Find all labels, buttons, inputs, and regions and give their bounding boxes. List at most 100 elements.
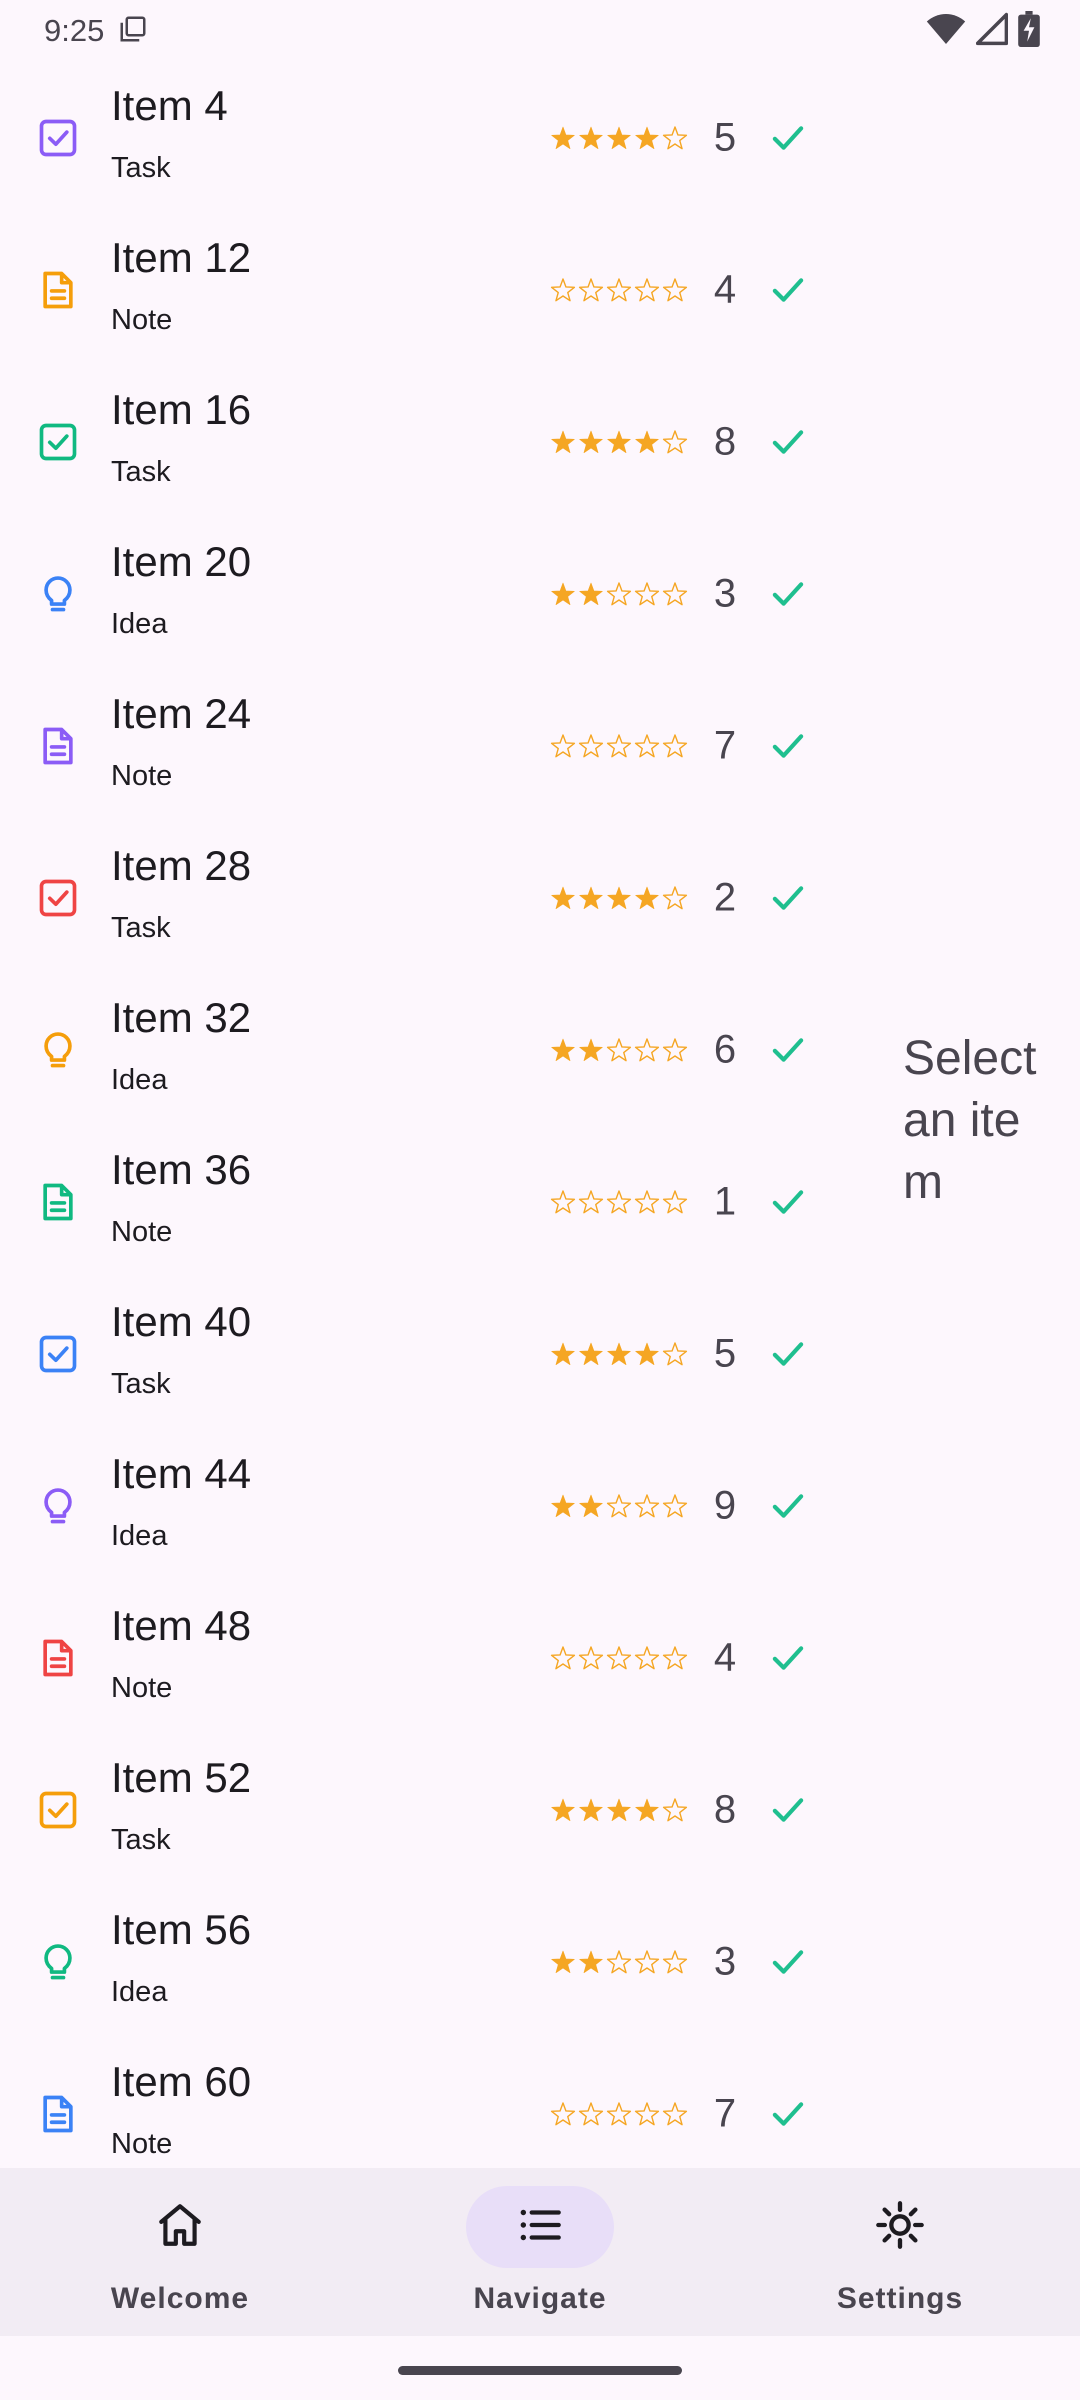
- star-outline-icon: [662, 1950, 688, 1974]
- note-icon-glyph: [43, 1639, 73, 1677]
- list-item[interactable]: Item 28 Task 2: [0, 822, 880, 974]
- list-item[interactable]: Item 12 Note 4: [0, 214, 880, 366]
- star-filled-icon: [579, 1038, 603, 1062]
- star-filled-icon: [579, 1342, 603, 1366]
- star-rating: [551, 1798, 688, 1822]
- item-count: 5: [713, 115, 737, 160]
- star-outline-icon: [662, 1038, 688, 1062]
- bottom-navigation: Welcome Navigate Settings: [0, 2168, 1080, 2336]
- star-rating: [551, 430, 688, 454]
- nav-label-navigate: Navigate: [473, 2282, 607, 2315]
- nav-label-welcome: Welcome: [110, 2282, 250, 2315]
- note-icon: [36, 1180, 80, 1224]
- star-rating: [551, 582, 688, 606]
- star-filled-icon: [551, 1798, 575, 1822]
- star-filled-icon: [635, 430, 659, 454]
- star-outline-icon: [634, 278, 660, 302]
- note-icon: [36, 1636, 80, 1680]
- star-outline-icon: [550, 278, 576, 302]
- list-item[interactable]: Item 56 Idea 3: [0, 1886, 880, 2038]
- star-outline-icon: [550, 2102, 576, 2126]
- star-filled-icon: [579, 430, 603, 454]
- star-outline-icon: [550, 1646, 576, 1670]
- check-glyph: [772, 2102, 804, 2126]
- list-item[interactable]: Item 16 Task 8: [0, 366, 880, 518]
- cellular-signal-icon: [975, 12, 1009, 51]
- status-time: 9:25: [44, 13, 105, 48]
- nav-pill-settings: [826, 2186, 974, 2268]
- star-outline-icon: [606, 2102, 632, 2126]
- star-outline-icon: [662, 278, 688, 302]
- star-rating: [550, 278, 688, 302]
- lightbulb-icon-glyph: [44, 576, 72, 612]
- item-count: 6: [713, 1027, 737, 1072]
- star-rating: [551, 1038, 688, 1062]
- star-outline-icon: [606, 1646, 632, 1670]
- star-outline-icon: [662, 1190, 688, 1214]
- status-left: 9:25: [44, 13, 148, 49]
- check-glyph: [772, 1494, 804, 1518]
- item-type: Note: [111, 1672, 173, 1704]
- check-glyph: [772, 582, 804, 606]
- list-item[interactable]: Item 48 Note 4: [0, 1582, 880, 1734]
- item-count: 8: [713, 1787, 737, 1832]
- check-glyph: [772, 734, 804, 758]
- list-item[interactable]: Item 60 Note 7: [0, 2038, 880, 2168]
- gesture-handle[interactable]: [398, 2366, 682, 2375]
- list-item[interactable]: Item 20 Idea 3: [0, 518, 880, 670]
- item-count: 4: [713, 267, 737, 312]
- note-icon-glyph: [43, 727, 73, 765]
- star-filled-icon: [579, 126, 603, 150]
- star-filled-icon: [579, 1798, 603, 1822]
- star-outline-icon: [634, 734, 660, 758]
- item-title: Item 12: [111, 234, 252, 281]
- star-outline-icon: [606, 582, 632, 606]
- list-item[interactable]: Item 40 Task 5: [0, 1278, 880, 1430]
- list-icon: [515, 2200, 565, 2255]
- list-item[interactable]: Item 4 Task 5: [0, 62, 880, 214]
- item-type: Idea: [111, 608, 168, 640]
- check-icon: [767, 1181, 809, 1223]
- item-title: Item 56: [111, 1906, 252, 1953]
- list-item[interactable]: Item 24 Note 7: [0, 670, 880, 822]
- item-type: Note: [111, 2128, 173, 2160]
- item-title: Item 44: [111, 1450, 252, 1497]
- star-outline-icon: [662, 430, 688, 454]
- star-outline-icon: [662, 1494, 688, 1518]
- check-icon: [767, 1333, 809, 1375]
- star-filled-icon: [551, 126, 575, 150]
- item-list[interactable]: Item 4 Task 5 Item 12 Note 4 Item 16 Task 8 Item …: [0, 62, 880, 2168]
- nav-item-settings[interactable]: Settings: [720, 2168, 1080, 2336]
- check-icon: [767, 1029, 809, 1071]
- checkbox-icon-glyph: [39, 1791, 77, 1829]
- star-filled-icon: [635, 126, 659, 150]
- star-filled-icon: [551, 1950, 575, 1974]
- star-rating: [551, 886, 688, 910]
- status-bar: 9:25: [0, 0, 1080, 62]
- item-count: 1: [713, 1179, 737, 1224]
- item-count: 9: [713, 1483, 737, 1528]
- item-title: Item 4: [111, 82, 228, 129]
- star-outline-icon: [634, 2102, 660, 2126]
- item-count: 4: [713, 1635, 737, 1680]
- item-count: 7: [713, 2091, 737, 2136]
- check-icon: [767, 269, 809, 311]
- star-filled-icon: [607, 1342, 631, 1366]
- checkbox-icon-glyph: [39, 423, 77, 461]
- check-glyph: [772, 1950, 804, 1974]
- nav-item-navigate[interactable]: Navigate: [360, 2168, 720, 2336]
- star-filled-icon: [635, 1342, 659, 1366]
- checkbox-icon: [36, 116, 80, 160]
- star-filled-icon: [635, 1798, 659, 1822]
- list-item[interactable]: Item 36 Note 1: [0, 1126, 880, 1278]
- list-item[interactable]: Item 32 Idea 6: [0, 974, 880, 1126]
- check-icon: [767, 117, 809, 159]
- battery-charging-icon: [1018, 10, 1040, 52]
- list-item[interactable]: Item 52 Task 8: [0, 1734, 880, 1886]
- star-outline-icon: [578, 2102, 604, 2126]
- item-title: Item 24: [111, 690, 252, 737]
- list-item[interactable]: Item 44 Idea 9: [0, 1430, 880, 1582]
- check-glyph: [772, 278, 804, 302]
- star-outline-icon: [578, 734, 604, 758]
- nav-item-welcome[interactable]: Welcome: [0, 2168, 360, 2336]
